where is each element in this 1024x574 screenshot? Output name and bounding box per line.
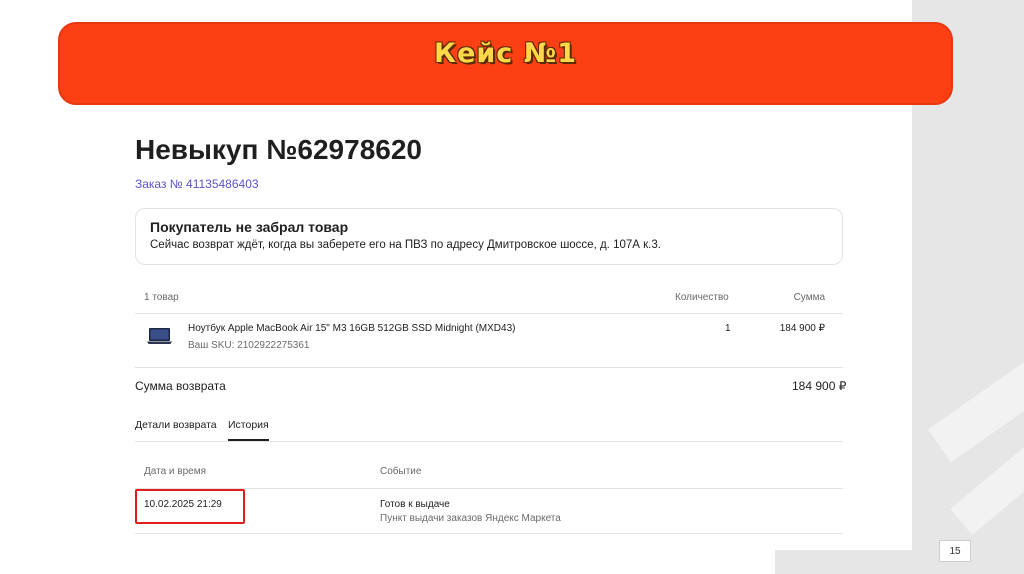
history-table-header: Дата и время Событие	[135, 464, 843, 489]
tab-return-details[interactable]: Детали возврата	[135, 419, 217, 441]
tabs-bar: Детали возврата История	[135, 416, 843, 442]
item-name: Ноутбук Apple MacBook Air 15" M3 16GB 51…	[188, 323, 516, 334]
order-link[interactable]: Заказ № 41135486403	[135, 177, 259, 191]
item-qty: 1	[725, 323, 731, 334]
status-text: Сейчас возврат ждёт, когда вы заберете е…	[150, 239, 661, 251]
qty-column-header: Количество	[675, 292, 729, 303]
page-title: Невыкуп №62978620	[135, 134, 422, 165]
items-table-header: 1 товар Количество Сумма	[135, 288, 843, 314]
status-title: Покупатель не забрал товар	[150, 219, 349, 235]
page-number: 15	[939, 540, 971, 562]
refund-label: Сумма возврата	[135, 379, 226, 393]
event-column-header: Событие	[380, 466, 422, 477]
status-card: Покупатель не забрал товар Сейчас возвра…	[135, 208, 843, 265]
decorative-stripe	[927, 337, 1024, 463]
table-row: Ноутбук Apple MacBook Air 15" M3 16GB 51…	[135, 314, 843, 368]
date-column-header: Дата и время	[144, 466, 207, 477]
refund-value: 184 900 ₽	[792, 379, 847, 393]
laptop-icon	[147, 328, 172, 344]
items-count-header: 1 товар	[144, 292, 179, 303]
item-sku: Ваш SKU: 2102922275361	[188, 340, 310, 351]
history-event: Готов к выдаче	[380, 499, 450, 510]
history-date: 10.02.2025 21:29	[144, 499, 222, 510]
tab-history[interactable]: История	[228, 419, 269, 441]
table-row: 10.02.2025 21:29 Готов к выдаче Пункт вы…	[135, 489, 843, 534]
item-price: 184 900 ₽	[779, 323, 825, 334]
banner-title: Кейс №1	[434, 38, 577, 69]
sum-column-header: Сумма	[793, 292, 825, 303]
history-place: Пункт выдачи заказов Яндекс Маркета	[380, 513, 561, 524]
slide-banner: Кейс №1	[58, 22, 953, 105]
